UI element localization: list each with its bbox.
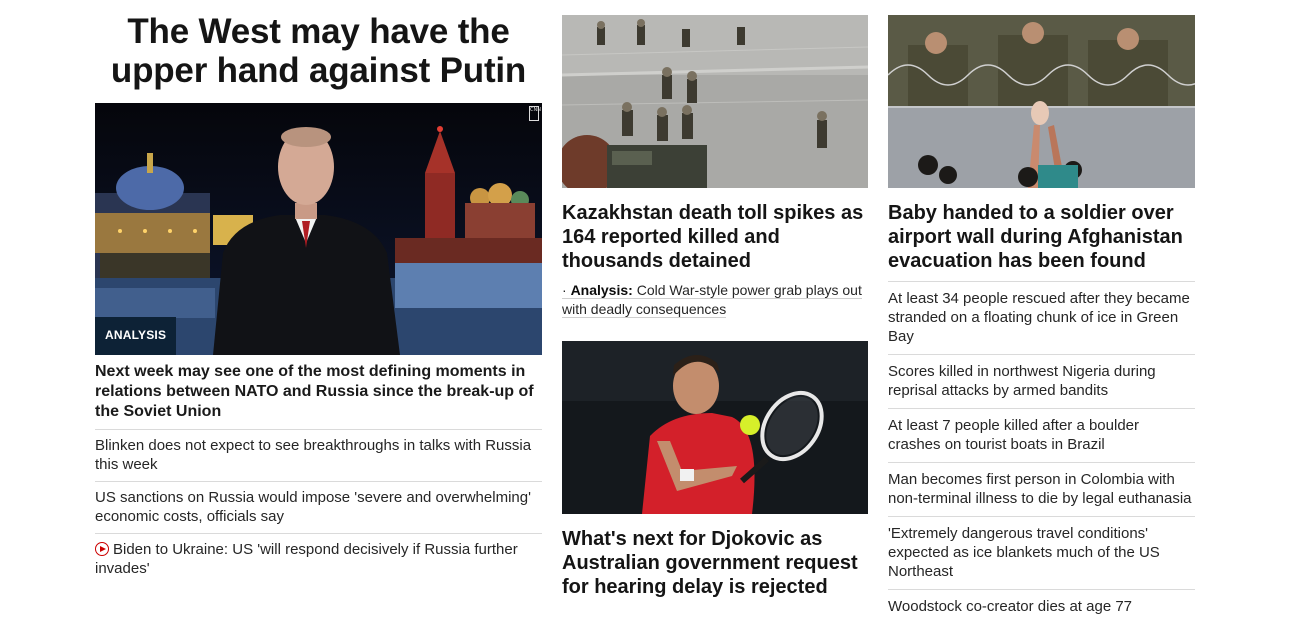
analysis-subheadline[interactable]: · Analysis: Cold War-style power grab pl… — [562, 281, 868, 319]
lead-headline[interactable]: The West may have the upper hand against… — [95, 12, 542, 90]
lead-description[interactable]: Next week may see one of the most defini… — [95, 362, 542, 422]
related-stories: Blinken does not expect to see breakthro… — [95, 429, 542, 585]
list-item-link[interactable]: At least 34 people rescued after they be… — [888, 290, 1190, 345]
list-item-link[interactable]: Man becomes first person in Colombia wit… — [888, 471, 1192, 507]
list-item[interactable]: Man becomes first person in Colombia wit… — [888, 462, 1195, 516]
afghanistan-image[interactable] — [888, 15, 1195, 193]
list-item-link[interactable]: Scores killed in northwest Nigeria durin… — [888, 363, 1156, 399]
middle-column: Kazakhstan death toll spikes as 164 repo… — [562, 15, 868, 599]
related-story-link[interactable]: Biden to Ukraine: US 'will respond decis… — [95, 541, 518, 577]
analysis-badge: ANALYSIS — [95, 317, 177, 355]
airport-wall-photo — [888, 15, 1195, 188]
related-story[interactable]: US sanctions on Russia would impose 'sev… — [95, 481, 542, 533]
kazakhstan-headline[interactable]: Kazakhstan death toll spikes as 164 repo… — [562, 201, 868, 273]
kazakhstan-image[interactable] — [562, 15, 868, 193]
djokovic-headline[interactable]: What's next for Djokovic as Australian g… — [562, 527, 868, 599]
list-item-link[interactable]: At least 7 people killed after a boulder… — [888, 417, 1139, 453]
related-story-video[interactable]: Biden to Ukraine: US 'will respond decis… — [95, 533, 542, 585]
related-story[interactable]: Blinken does not expect to see breakthro… — [95, 429, 542, 481]
list-item[interactable]: At least 34 people rescued after they be… — [888, 281, 1195, 354]
analysis-label: Analysis: — [570, 282, 633, 298]
list-item[interactable]: Woodstock co-creator dies at age 77 — [888, 589, 1195, 624]
list-item[interactable]: At least 7 people killed after a boulder… — [888, 408, 1195, 462]
related-story-link[interactable]: Blinken does not expect to see breakthro… — [95, 437, 531, 473]
troops-photo — [562, 15, 868, 193]
network-logo: CNN — [529, 106, 541, 121]
lead-story: The West may have the upper hand against… — [95, 12, 542, 585]
right-column: Baby handed to a soldier over airport wa… — [888, 15, 1195, 624]
lead-image-putin[interactable]: CNN ANALYSIS — [95, 103, 542, 355]
afghanistan-headline[interactable]: Baby handed to a soldier over airport wa… — [888, 201, 1195, 273]
play-circle-icon — [95, 542, 109, 556]
list-item[interactable]: Scores killed in northwest Nigeria durin… — [888, 354, 1195, 408]
djokovic-image[interactable] — [562, 341, 868, 519]
list-item[interactable]: 'Extremely dangerous travel conditions' … — [888, 516, 1195, 589]
related-story-link[interactable]: US sanctions on Russia would impose 'sev… — [95, 489, 531, 525]
list-item-link[interactable]: Woodstock co-creator dies at age 77 — [888, 598, 1132, 615]
list-item-link[interactable]: 'Extremely dangerous travel conditions' … — [888, 525, 1160, 580]
headline-list: At least 34 people rescued after they be… — [888, 281, 1195, 624]
djokovic-photo — [562, 341, 868, 514]
